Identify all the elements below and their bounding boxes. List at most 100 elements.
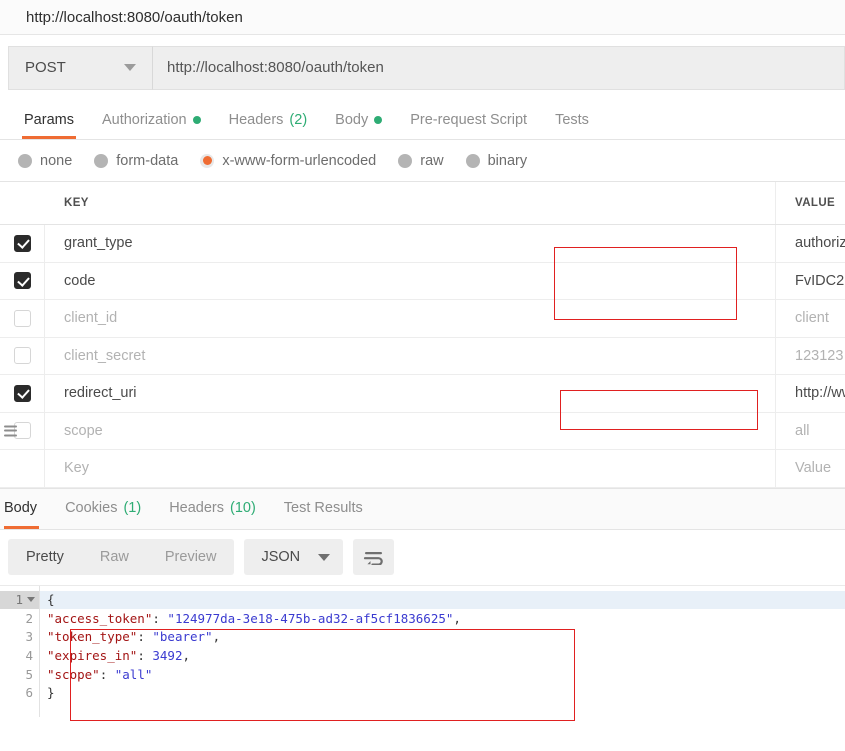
body-type-x-www-form-urlencoded[interactable]: x-www-form-urlencoded [200, 153, 376, 169]
line-number: 1 [15, 592, 23, 608]
request-tabs: Params Authorization Headers (2) Body Pr… [0, 100, 845, 140]
row-key-input[interactable]: client_secret [45, 337, 776, 374]
word-wrap-button[interactable] [353, 539, 395, 575]
checkbox-icon[interactable] [13, 309, 31, 327]
request-url-bar: POST http://localhost:8080/oauth/token [0, 34, 845, 100]
body-type-raw[interactable]: raw [398, 152, 444, 169]
table-row: scope all [0, 412, 845, 450]
table-row: code FvIDC2 [0, 262, 845, 300]
chevron-down-icon [318, 553, 331, 561]
body-type-binary-label: binary [487, 152, 528, 169]
radio-icon [18, 153, 32, 168]
row-value-input[interactable]: FvIDC2 [776, 263, 845, 300]
line-number-row: 5 [25, 666, 33, 682]
table-row-empty: Key Value [0, 450, 845, 488]
column-header-value: VALUE [795, 197, 836, 209]
radio-selected-icon [200, 153, 215, 168]
page-url-caption: http://localhost:8080/oauth/token [0, 0, 845, 34]
request-url-input[interactable]: http://localhost:8080/oauth/token [153, 45, 845, 90]
tab-headers-label: Headers [228, 111, 284, 128]
tab-tests[interactable]: Tests [541, 100, 603, 139]
row-checkbox-cell[interactable] [0, 412, 45, 449]
new-row-value-input[interactable]: Value [776, 450, 845, 487]
row-checkbox-cell[interactable] [0, 375, 45, 412]
tab-headers[interactable]: Headers (2) [215, 100, 322, 139]
row-checkbox-cell[interactable] [0, 225, 45, 262]
line-number-row: 4 [25, 648, 33, 664]
row-checkbox-cell[interactable] [0, 262, 45, 299]
tab-tests-label: Tests [555, 111, 589, 128]
body-type-raw-label: raw [420, 152, 444, 169]
request-url-value: http://localhost:8080/oauth/token [167, 59, 384, 76]
row-key-input[interactable]: code [45, 262, 776, 299]
row-checkbox-cell [0, 450, 45, 487]
table-row: grant_type authorization_code [0, 225, 845, 263]
http-method-select[interactable]: POST [8, 45, 153, 90]
row-value-input[interactable]: client [776, 300, 845, 337]
table-row: redirect_uri http://www.baidu.com [0, 375, 845, 413]
body-type-form-data[interactable]: form-data [94, 153, 178, 169]
response-tab-body[interactable]: Body [0, 488, 51, 529]
row-key-input[interactable]: scope [45, 412, 776, 449]
body-type-binary[interactable]: binary [465, 152, 528, 169]
row-value-input[interactable]: all [776, 413, 845, 450]
code-line: { [40, 590, 845, 610]
tab-params[interactable]: Params [10, 100, 88, 139]
tab-pre-request-script[interactable]: Pre-request Script [396, 100, 541, 139]
table-header-check-cell [0, 182, 45, 224]
row-value-input[interactable]: 123123 [776, 338, 845, 375]
response-tab-body-label: Body [4, 500, 38, 516]
http-method-label: POST [25, 59, 66, 76]
fold-triangle-icon[interactable] [27, 597, 35, 603]
url-bar-group: POST http://localhost:8080/oauth/token [8, 45, 845, 90]
chevron-down-icon [124, 64, 136, 71]
view-mode-raw[interactable]: Raw [82, 539, 147, 575]
response-tab-cookies-label: Cookies [65, 500, 118, 516]
body-type-x-www-form-urlencoded-label: x-www-form-urlencoded [222, 152, 377, 169]
line-number-row: 3 [25, 629, 33, 645]
body-type-none-label: none [40, 152, 73, 169]
tab-headers-count: (2) [289, 111, 308, 128]
line-number-gutter: 1 2 3 4 5 6 [0, 585, 40, 717]
radio-icon [465, 153, 480, 168]
drag-handle-icon[interactable] [4, 425, 17, 437]
response-format-select[interactable]: JSON [244, 539, 344, 575]
response-body-viewer: 1 2 3 4 5 6 { "access_token": "124977da-… [0, 585, 845, 717]
word-wrap-icon [363, 552, 383, 565]
response-tab-test-results-label: Test Results [283, 500, 363, 516]
checkbox-icon[interactable] [13, 347, 31, 365]
code-line: "scope": "all" [47, 666, 153, 682]
tab-authorization[interactable]: Authorization [88, 100, 215, 139]
checkbox-icon[interactable] [13, 384, 31, 402]
table-header-row: KEY VALUE [0, 182, 845, 225]
line-number-row[interactable]: 1 [0, 590, 39, 610]
response-tab-headers-label: Headers [169, 500, 224, 516]
row-value-input[interactable]: authorization_code [776, 225, 845, 262]
response-view-mode-group: Pretty Raw Preview [8, 539, 235, 575]
row-value-input[interactable]: http://www.baidu.com [776, 375, 845, 412]
row-key-input[interactable]: grant_type [45, 225, 776, 262]
response-tab-headers-count: (10) [230, 500, 256, 516]
row-checkbox-cell[interactable] [0, 337, 45, 374]
response-tabs: Body Cookies (1) Headers (10) Test Resul… [0, 487, 845, 530]
response-format-label: JSON [261, 549, 301, 565]
table-row: client_id client [0, 300, 845, 338]
view-mode-pretty[interactable]: Pretty [8, 539, 82, 575]
response-tab-cookies[interactable]: Cookies (1) [51, 488, 155, 529]
new-row-key-input[interactable]: Key [45, 450, 776, 487]
view-mode-preview[interactable]: Preview [147, 539, 235, 575]
body-type-none[interactable]: none [18, 153, 72, 169]
tab-body[interactable]: Body [321, 100, 396, 139]
response-tab-test-results[interactable]: Test Results [270, 488, 377, 529]
tab-body-label: Body [335, 111, 369, 128]
table-row: client_secret 123123 [0, 337, 845, 375]
response-tab-headers[interactable]: Headers (10) [155, 488, 270, 529]
tab-pre-request-script-label: Pre-request Script [410, 111, 528, 128]
checkbox-icon[interactable] [13, 234, 31, 252]
checkbox-icon[interactable] [13, 272, 31, 290]
row-checkbox-cell[interactable] [0, 300, 45, 337]
code-line: "expires_in": 3492, [47, 648, 191, 664]
row-key-input[interactable]: client_id [45, 300, 776, 337]
row-key-input[interactable]: redirect_uri [45, 375, 776, 412]
response-body-code[interactable]: { "access_token": "124977da-3e18-475b-ad… [40, 586, 845, 717]
